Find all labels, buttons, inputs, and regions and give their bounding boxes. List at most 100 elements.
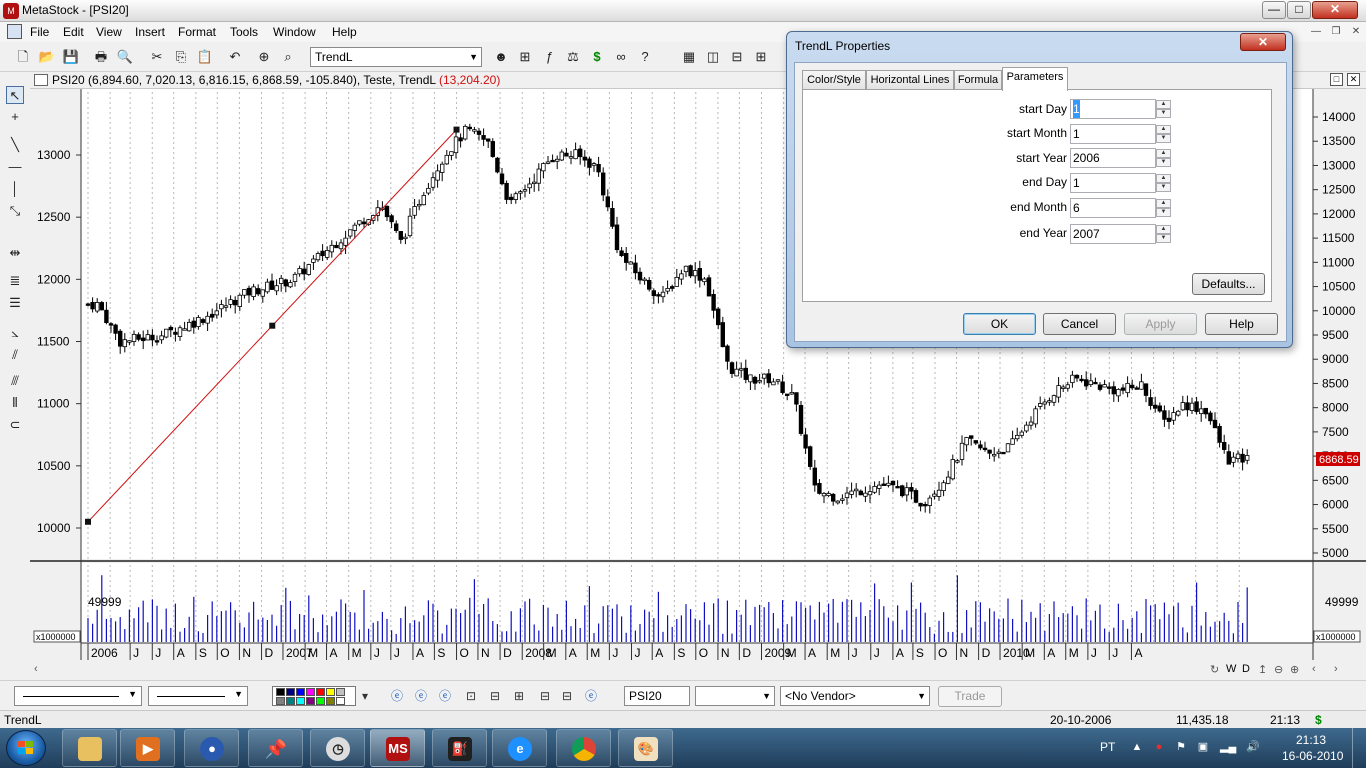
color-swatch[interactable] xyxy=(316,697,325,705)
taskbar-clock-app[interactable]: ◷ xyxy=(310,729,365,767)
color-swatch[interactable] xyxy=(296,697,305,705)
daily-button[interactable]: D xyxy=(1242,663,1250,675)
ok-button[interactable]: OK xyxy=(963,313,1036,335)
start-month-input[interactable]: 1 xyxy=(1070,124,1156,144)
color-swatch[interactable] xyxy=(286,688,295,696)
vendor-combo[interactable]: <No Vendor> ▼ xyxy=(780,686,930,706)
taskbar-pin-app[interactable]: 📌 xyxy=(248,729,303,767)
defaults-button[interactable]: Defaults... xyxy=(1192,273,1265,295)
end-day-spinner[interactable]: ▲ ▼ xyxy=(1156,174,1171,192)
flag-icon[interactable]: ⚑ xyxy=(1174,740,1188,754)
taskbar-media-player[interactable]: ▶ xyxy=(120,729,175,767)
taskbar-gas-pump[interactable]: ⛽ xyxy=(432,729,487,767)
spin-up-icon[interactable]: ▲ xyxy=(1156,174,1171,183)
palette-dropdown-icon[interactable]: ▾ xyxy=(356,687,374,705)
spin-up-icon[interactable]: ▲ xyxy=(1156,100,1171,109)
spin-down-icon[interactable]: ▼ xyxy=(1156,134,1171,143)
language-indicator[interactable]: PT xyxy=(1100,740,1115,754)
spin-up-icon[interactable]: ▲ xyxy=(1156,199,1171,208)
color-swatch[interactable] xyxy=(326,697,335,705)
clock-date[interactable]: 16-06-2010 xyxy=(1282,749,1343,763)
spin-down-icon[interactable]: ▼ xyxy=(1156,183,1171,192)
color-swatch[interactable] xyxy=(336,697,345,705)
color-swatch[interactable] xyxy=(316,688,325,696)
color-swatch[interactable] xyxy=(276,688,285,696)
color-swatch[interactable] xyxy=(276,697,285,705)
start-month-spinner[interactable]: ▲ ▼ xyxy=(1156,125,1171,143)
spin-up-icon[interactable]: ▲ xyxy=(1156,225,1171,234)
help-button[interactable]: Help xyxy=(1205,313,1278,335)
tray-app-icon[interactable]: ● xyxy=(1152,740,1166,754)
new-chart-icon[interactable]: ⓔ xyxy=(388,687,406,705)
spin-up-icon[interactable]: ▲ xyxy=(1156,125,1171,134)
end-month-spinner[interactable]: ▲ ▼ xyxy=(1156,199,1171,217)
web-icon[interactable]: ⓔ xyxy=(582,687,600,705)
taskbar-chrome[interactable] xyxy=(556,729,611,767)
scroll-left-icon[interactable]: ‹ xyxy=(34,663,38,675)
spin-down-icon[interactable]: ▼ xyxy=(1156,109,1171,118)
color-swatch[interactable] xyxy=(306,688,315,696)
weekly-button[interactable]: W xyxy=(1226,663,1236,675)
volume-icon[interactable]: 🔊 xyxy=(1246,740,1260,754)
taskbar-explorer[interactable] xyxy=(62,729,117,767)
line-style-combo[interactable]: ▼ xyxy=(14,686,142,706)
goto-end-icon[interactable]: ↥ xyxy=(1258,663,1267,676)
end-month-input[interactable]: 6 xyxy=(1070,198,1156,218)
end-year-spinner[interactable]: ▲ ▼ xyxy=(1156,225,1171,243)
tray-expand-icon[interactable]: ▲ xyxy=(1130,740,1144,754)
end-year-input[interactable]: 2007 xyxy=(1070,224,1156,244)
scroll-forward-icon[interactable]: › xyxy=(1334,663,1338,675)
pane-bottom-icon[interactable]: ⊟ xyxy=(558,687,576,705)
spin-up-icon[interactable]: ▲ xyxy=(1156,149,1171,158)
clock-time[interactable]: 21:13 xyxy=(1296,733,1326,747)
tab-formula[interactable]: Formula xyxy=(954,70,1002,90)
spin-down-icon[interactable]: ▼ xyxy=(1156,234,1171,243)
taskbar-messenger[interactable]: ● xyxy=(184,729,239,767)
color-palette[interactable] xyxy=(272,686,356,706)
start-year-spinner[interactable]: ▲ ▼ xyxy=(1156,149,1171,167)
network-icon[interactable]: ▂▄ xyxy=(1220,740,1236,754)
taskbar-internet-explorer[interactable]: e xyxy=(492,729,547,767)
symbol-field[interactable]: PSI20 xyxy=(624,686,690,706)
smart-chart-icon[interactable]: ⓔ xyxy=(436,687,454,705)
add-pane-icon[interactable]: ⊞ xyxy=(510,687,528,705)
color-swatch[interactable] xyxy=(296,688,305,696)
show-desktop-button[interactable] xyxy=(1352,728,1366,768)
zoom-out-icon[interactable]: ⊖ xyxy=(1274,663,1283,676)
trendline-handle-mid[interactable] xyxy=(269,322,276,329)
spin-down-icon[interactable]: ▼ xyxy=(1156,158,1171,167)
candle-body xyxy=(909,487,914,492)
color-swatch[interactable] xyxy=(286,697,295,705)
taskbar-paint[interactable]: 🎨 xyxy=(618,729,673,767)
split-window-icon[interactable]: ⊟ xyxy=(486,687,504,705)
zoom-in-icon[interactable]: ⊕ xyxy=(1290,663,1299,676)
start-button[interactable] xyxy=(6,730,46,766)
device-icon[interactable]: ▣ xyxy=(1196,740,1210,754)
taskbar-metastock[interactable]: MS xyxy=(370,729,425,767)
cancel-button[interactable]: Cancel xyxy=(1043,313,1116,335)
start-day-input[interactable]: 1 xyxy=(1070,99,1156,119)
spin-down-icon[interactable]: ▼ xyxy=(1156,208,1171,217)
period-combo[interactable]: ▼ xyxy=(695,686,775,706)
pane-top-icon[interactable]: ⊟ xyxy=(536,687,554,705)
chart-horizontal-scroll[interactable]: ‹ ↻ W D ↥ ⊖ ⊕ ‹ › xyxy=(30,662,1366,678)
color-swatch[interactable] xyxy=(336,688,345,696)
color-swatch[interactable] xyxy=(306,697,315,705)
inner-window-icon[interactable]: ⊡ xyxy=(462,687,480,705)
tab-color-style[interactable]: Color/Style xyxy=(802,70,866,90)
dialog-close-button[interactable]: ✕ xyxy=(1240,33,1286,51)
start-day-spinner[interactable]: ▲ ▼ xyxy=(1156,100,1171,118)
trade-button[interactable]: Trade xyxy=(938,686,1002,707)
tab-horizontal-lines[interactable]: Horizontal Lines xyxy=(866,70,954,90)
trendline-handle-start[interactable] xyxy=(85,518,91,525)
open-chart-icon[interactable]: ⓔ xyxy=(412,687,430,705)
line-weight-combo[interactable]: ▼ xyxy=(148,686,248,706)
color-swatch[interactable] xyxy=(326,688,335,696)
trendline-handle-end[interactable] xyxy=(453,126,460,133)
scroll-back-icon[interactable]: ‹ xyxy=(1312,663,1316,675)
refresh-icon[interactable]: ↻ xyxy=(1210,663,1219,676)
start-year-input[interactable]: 2006 xyxy=(1070,148,1156,168)
apply-button[interactable]: Apply xyxy=(1124,313,1197,335)
end-day-input[interactable]: 1 xyxy=(1070,173,1156,193)
tab-parameters[interactable]: Parameters xyxy=(1002,67,1068,91)
